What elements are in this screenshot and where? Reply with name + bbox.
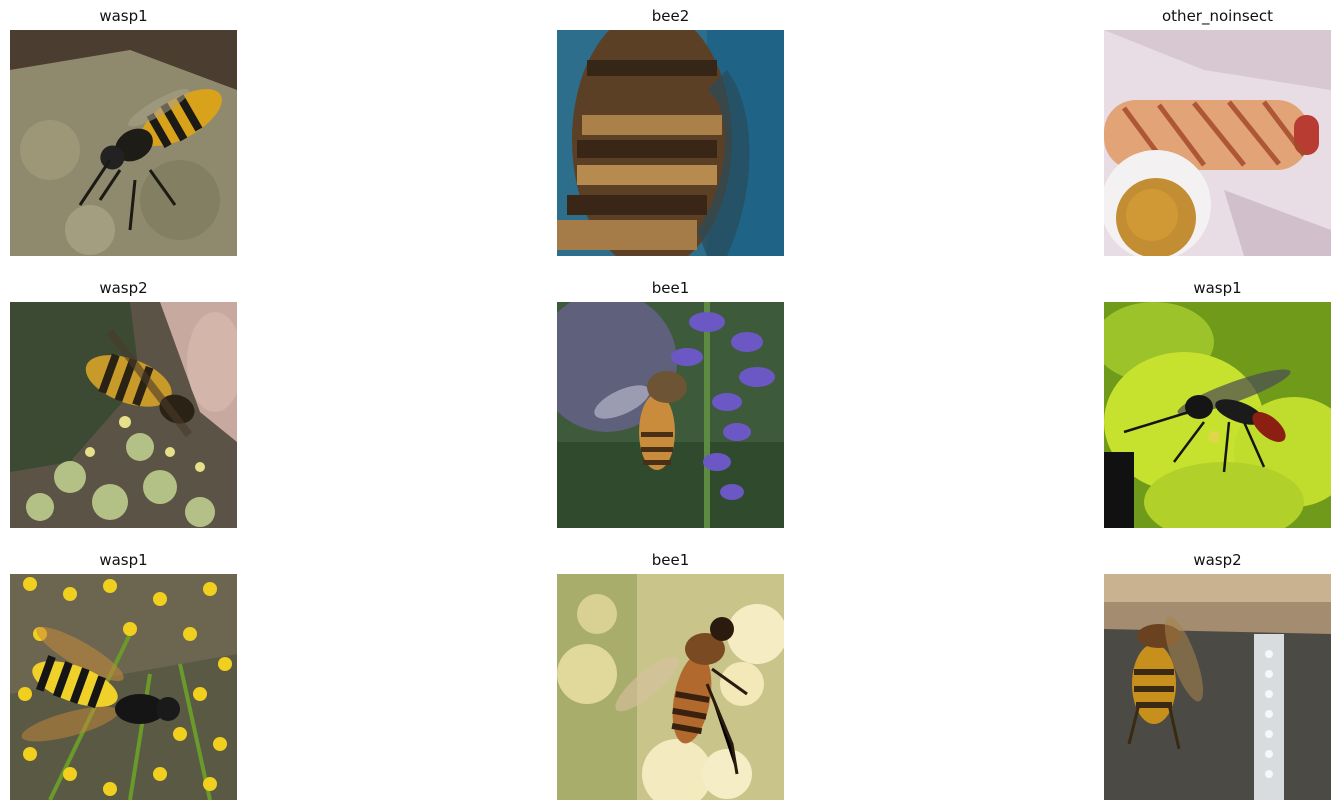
image-title: wasp1 xyxy=(99,7,148,25)
bee-photo-image xyxy=(557,30,784,256)
wasp-photo-image xyxy=(1104,302,1331,528)
food-photo-image xyxy=(1104,30,1331,256)
bee-photo-image xyxy=(557,302,784,528)
image-title: wasp2 xyxy=(1193,551,1242,569)
image-title: wasp1 xyxy=(99,551,148,569)
wasp-photo-image xyxy=(10,302,237,528)
image-title: bee1 xyxy=(651,551,690,569)
wasp-photo-image xyxy=(1104,574,1331,800)
image-title: other_noinsect xyxy=(1162,7,1273,25)
image-title: bee2 xyxy=(651,7,690,25)
wasp-photo-image xyxy=(10,574,237,800)
image-title: bee1 xyxy=(651,279,690,297)
bee-photo-image xyxy=(557,574,784,800)
image-title: wasp1 xyxy=(1193,279,1242,297)
image-title: wasp2 xyxy=(99,279,148,297)
wasp-photo-image xyxy=(10,30,237,256)
